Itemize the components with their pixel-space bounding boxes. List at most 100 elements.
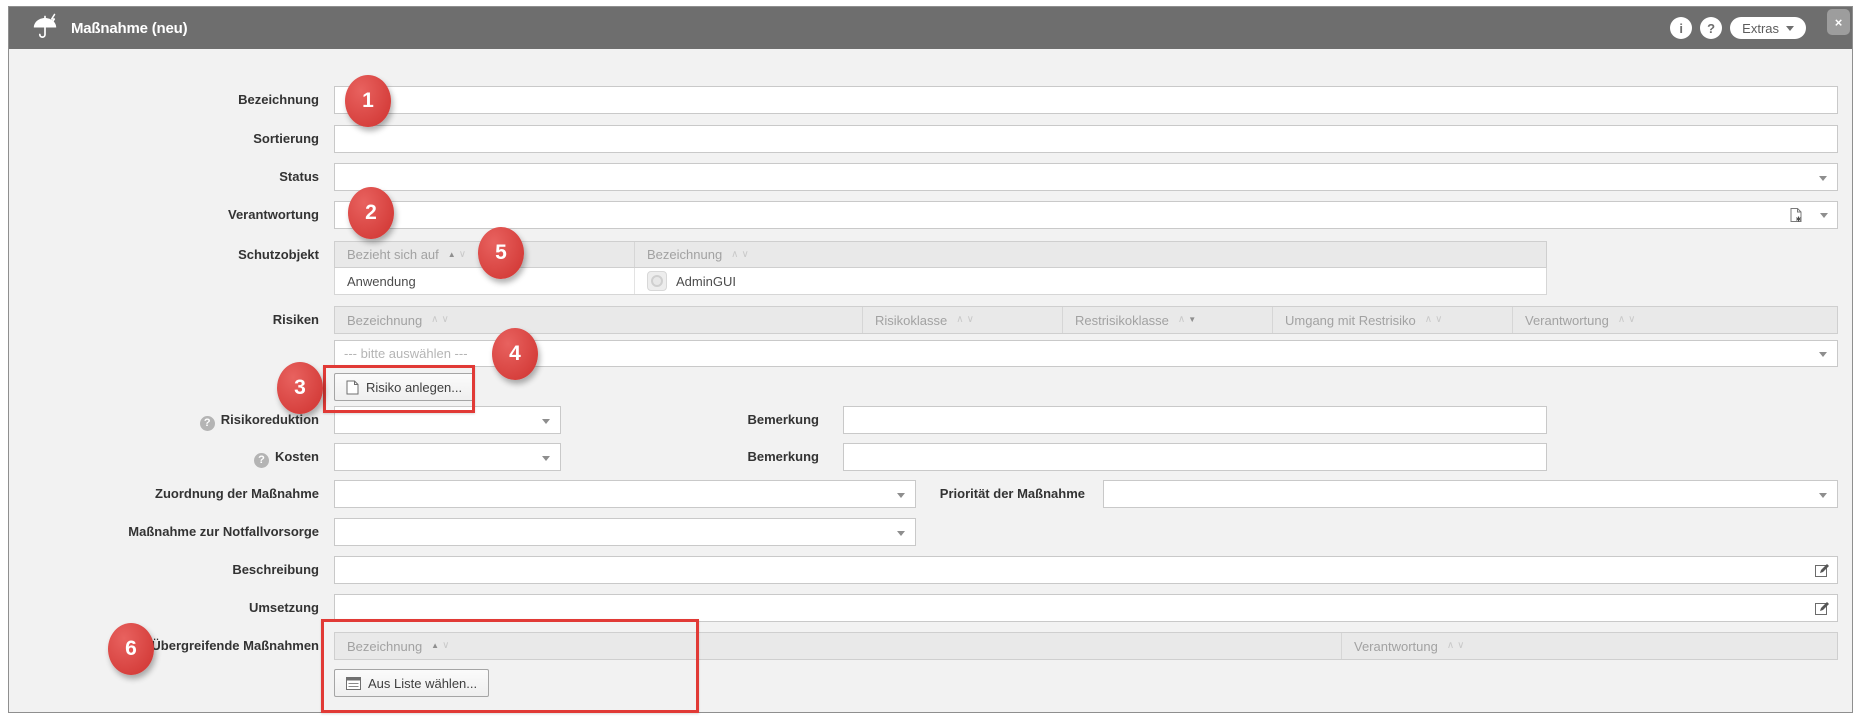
sort-asc-icon <box>1425 315 1432 325</box>
edit-icon[interactable] <box>1814 562 1830 578</box>
risiken-table-header: Bezeichnung Risikoklasse Restrisikoklass… <box>334 306 1838 334</box>
sort-desc-icon <box>1628 315 1635 325</box>
page-title: Maßnahme (neu) <box>71 20 187 37</box>
sort-asc-icon <box>1447 641 1454 651</box>
risiko-select[interactable]: --- bitte auswählen --- <box>334 340 1838 367</box>
column-label: Bezeichnung <box>647 247 722 262</box>
bemerkung-kosten-input[interactable] <box>843 443 1547 471</box>
help-button[interactable]: ? <box>1700 17 1722 39</box>
bezeichnung-field-wrap <box>334 86 1838 114</box>
column-header-bezeichnung[interactable]: Bezeichnung <box>335 633 1342 659</box>
kosten-select[interactable] <box>334 443 561 471</box>
column-header-verantwortung[interactable]: Verantwortung <box>1342 633 1837 659</box>
cell-bezeichnung: AdminGUI <box>635 268 1546 294</box>
bemerkung-risikoreduktion-input[interactable] <box>843 406 1547 434</box>
titlebar-actions: i ? Extras <box>1670 17 1838 39</box>
risikoreduktion-label: ? Risikoreduktion <box>9 406 319 434</box>
list-icon <box>346 677 361 690</box>
column-header-umgang-mit-restrisiko[interactable]: Umgang mit Restrisiko <box>1273 307 1513 333</box>
application-icon <box>647 271 667 291</box>
prioritaet-select[interactable] <box>1103 480 1838 508</box>
massnahme-window: Maßnahme (neu) i ? Extras × Bezeichnung … <box>8 6 1853 713</box>
edit-icon[interactable] <box>1814 600 1830 616</box>
titlebar: Maßnahme (neu) i ? Extras <box>9 7 1852 49</box>
column-label: Bezeichnung <box>347 313 422 328</box>
uebergreifende-massnahmen-label: Übergreifende Maßnahmen <box>9 632 319 660</box>
aus-liste-waehlen-label: Aus Liste wählen... <box>368 676 477 691</box>
umbrella-lightning-icon <box>31 13 61 43</box>
beschreibung-field-wrap <box>334 556 1838 584</box>
extras-label: Extras <box>1742 21 1779 36</box>
prioritaet-label: Priorität der Maßnahme <box>915 480 1085 508</box>
kosten-label: ?Kosten <box>9 443 319 471</box>
schutzobjekt-table-header: Bezieht sich auf Bezeichnung <box>334 241 1547 268</box>
column-label: Verantwortung <box>1525 313 1609 328</box>
status-label: Status <box>9 163 319 191</box>
help-circle-icon[interactable]: ? <box>254 453 269 468</box>
bezeichnung-input[interactable] <box>334 86 1838 114</box>
sort-desc-icon <box>442 315 449 325</box>
uebergreifende-table-header: Bezeichnung Verantwortung <box>334 632 1838 660</box>
column-header-verantwortung[interactable]: Verantwortung <box>1513 307 1837 333</box>
sortierung-input[interactable] <box>334 125 1838 153</box>
zuordnung-label: Zuordnung der Maßnahme <box>9 480 319 508</box>
info-button[interactable]: i <box>1670 17 1692 39</box>
sort-icons <box>448 250 466 260</box>
chevron-down-icon <box>1819 176 1827 181</box>
sort-icons <box>956 315 974 325</box>
verantwortung-input[interactable] <box>334 201 1838 229</box>
umsetzung-input[interactable] <box>334 594 1838 622</box>
extras-menu-button[interactable]: Extras <box>1730 17 1806 39</box>
sort-icons <box>431 315 449 325</box>
sort-desc-icon <box>1435 315 1442 325</box>
application-dot-icon <box>651 275 663 287</box>
bezeichnung-label: Bezeichnung <box>9 86 319 114</box>
column-header-restrisikoklasse[interactable]: Restrisikoklasse <box>1063 307 1273 333</box>
sort-desc-icon <box>1188 316 1196 324</box>
bemerkung-kosten-field-wrap <box>843 443 1547 471</box>
sortierung-field-wrap <box>334 125 1838 153</box>
sort-asc-icon <box>956 315 963 325</box>
sort-icons <box>1447 641 1465 651</box>
column-label: Umgang mit Restrisiko <box>1285 313 1416 328</box>
sort-desc-icon <box>742 250 749 260</box>
bemerkung-risikoreduktion-label: Bemerkung <box>649 406 819 434</box>
bemerkung-kosten-label: Bemerkung <box>649 443 819 471</box>
column-label: Risikoklasse <box>875 313 947 328</box>
risikoreduktion-select[interactable] <box>334 406 561 434</box>
column-header-bezeichnung[interactable]: Bezeichnung <box>635 242 1546 267</box>
risiko-select-placeholder: --- bitte auswählen --- <box>344 341 468 367</box>
verantwortung-field-wrap <box>334 201 1838 229</box>
new-document-icon[interactable] <box>1788 207 1804 223</box>
help-circle-icon[interactable]: ? <box>200 416 215 431</box>
sort-desc-icon <box>442 641 449 651</box>
column-label: Restrisikoklasse <box>1075 313 1169 328</box>
risiken-label: Risiken <box>9 306 319 334</box>
beschreibung-label: Beschreibung <box>9 556 319 584</box>
aus-liste-waehlen-button[interactable]: Aus Liste wählen... <box>334 669 489 697</box>
sort-desc-icon <box>967 315 974 325</box>
risikoreduktion-label-text: Risikoreduktion <box>221 412 319 427</box>
bemerkung-risikoreduktion-field-wrap <box>843 406 1547 434</box>
column-header-bezieht-sich-auf[interactable]: Bezieht sich auf <box>335 242 635 267</box>
notfallvorsorge-select[interactable] <box>334 518 916 546</box>
chevron-down-icon[interactable] <box>1820 213 1828 218</box>
column-label: Verantwortung <box>1354 639 1438 654</box>
risiko-anlegen-button[interactable]: Risiko anlegen... <box>334 373 474 401</box>
umsetzung-label: Umsetzung <box>9 594 319 622</box>
document-icon <box>346 380 359 395</box>
sort-asc-icon <box>431 315 438 325</box>
close-button[interactable]: × <box>1827 9 1850 35</box>
column-header-risikoklasse[interactable]: Risikoklasse <box>863 307 1063 333</box>
column-label: Bezieht sich auf <box>347 247 439 262</box>
schutzobjekt-table-row[interactable]: Anwendung AdminGUI <box>334 268 1547 295</box>
beschreibung-input[interactable] <box>334 556 1838 584</box>
chevron-down-icon <box>1786 26 1794 31</box>
column-header-bezeichnung[interactable]: Bezeichnung <box>335 307 863 333</box>
zuordnung-select[interactable] <box>334 480 916 508</box>
chevron-down-icon <box>897 531 905 536</box>
status-select[interactable] <box>334 163 1838 191</box>
sort-icons <box>731 250 749 260</box>
risiko-anlegen-label: Risiko anlegen... <box>366 380 462 395</box>
cell-bezieht-sich-auf: Anwendung <box>335 268 635 294</box>
